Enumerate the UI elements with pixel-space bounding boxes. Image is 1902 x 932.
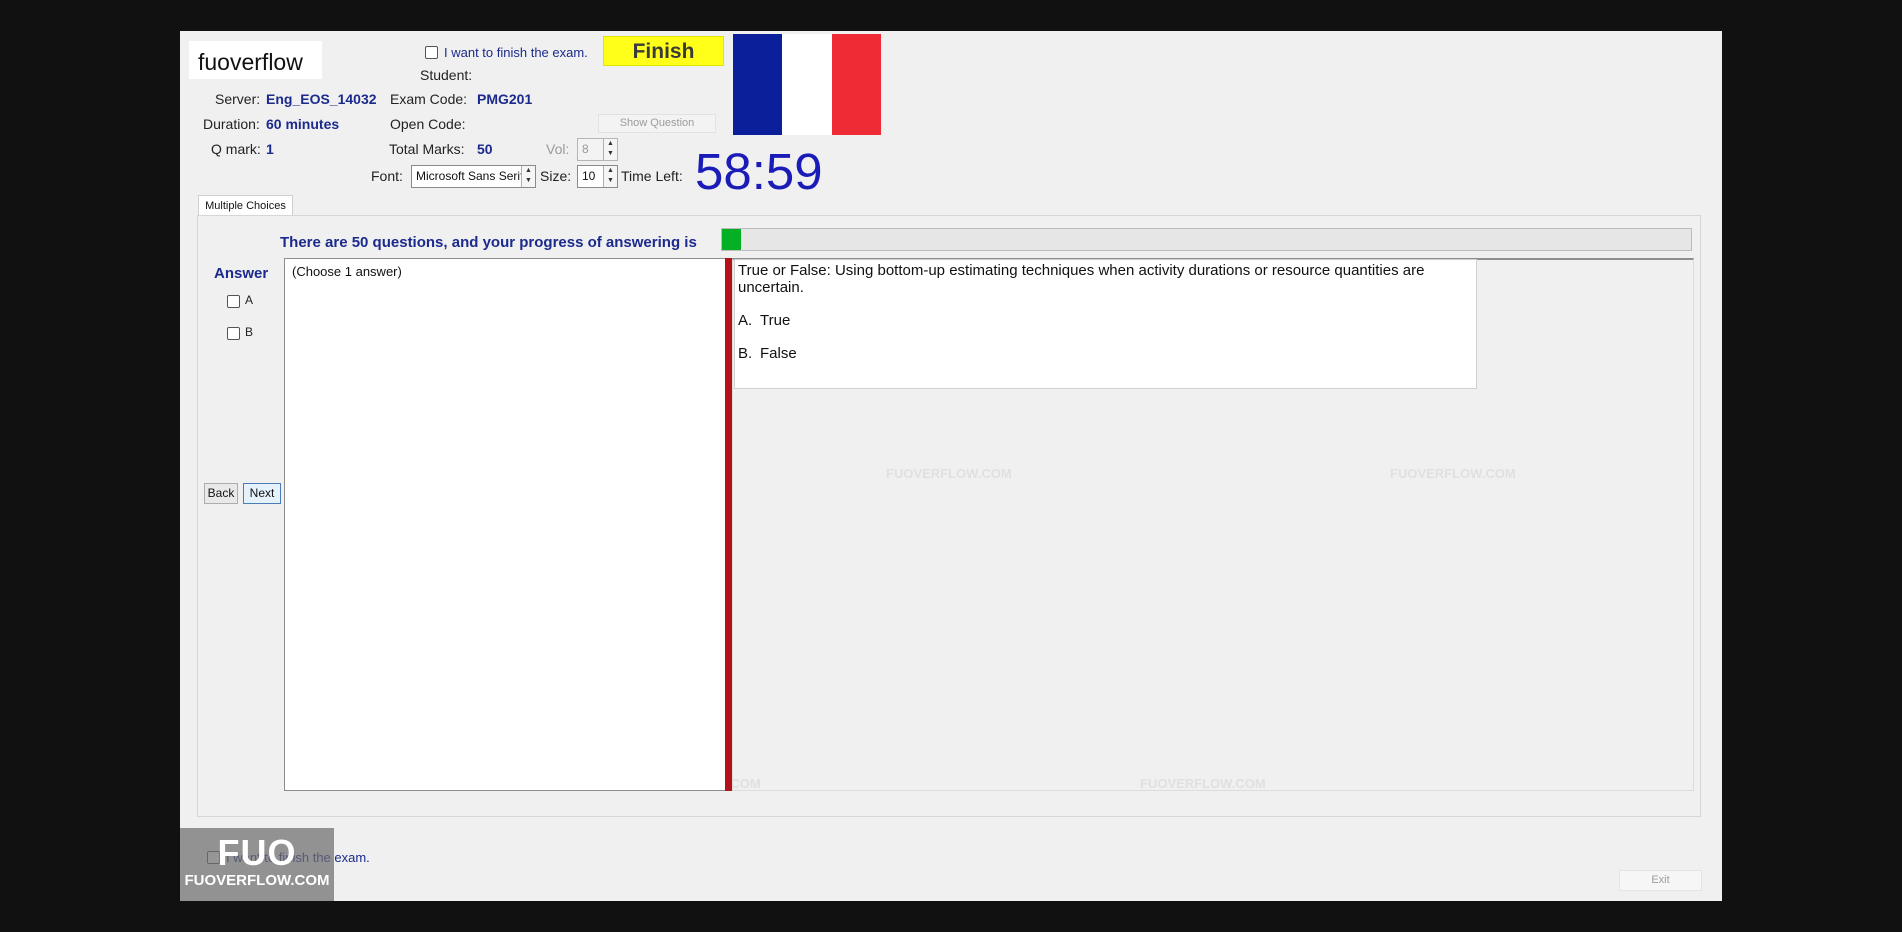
progress-bar (721, 228, 1692, 251)
option-text: True (760, 312, 791, 329)
tab-multiple-choices[interactable]: Multiple Choices (198, 195, 293, 216)
total-marks-value: 50 (477, 141, 493, 157)
panel-splitter[interactable] (725, 258, 732, 791)
size-value: 10 (582, 169, 596, 183)
question-text: True or False: Using bottom-up estimatin… (738, 262, 1425, 296)
flag-stripe-blue (733, 34, 783, 135)
exam-window: FUOVERFLOW.COM FUOVERFLOW.COM FUOVERFLOW… (180, 31, 1722, 901)
font-selector[interactable]: Microsoft Sans Serif ▲ ▼ (411, 165, 536, 188)
option-letter: A. (738, 312, 753, 329)
qmark-value: 1 (266, 141, 274, 157)
progress-fill (722, 229, 742, 250)
flag-stripe-white (782, 34, 832, 135)
answer-option-a-label: A (245, 293, 254, 307)
question-option-a: A. True (738, 312, 1473, 329)
watermark-badge-text: FUOVERFLOW.COM (184, 872, 330, 889)
exam-code-label: Exam Code: (390, 91, 468, 107)
back-button[interactable]: Back (204, 483, 238, 504)
stepper-arrows-icon[interactable]: ▲ ▼ (603, 139, 617, 160)
volume-value: 8 (582, 142, 589, 156)
answer-checkbox-b[interactable] (227, 327, 240, 340)
duration-label: Duration: (203, 116, 260, 132)
student-label: Student: (420, 67, 473, 83)
server-label: Server: (215, 91, 261, 107)
vol-label: Vol: (546, 141, 570, 157)
watermark-badge: FUO FUOVERFLOW.COM (180, 828, 334, 901)
size-stepper[interactable]: 10 ▲ ▼ (577, 165, 618, 188)
duration-value: 60 minutes (266, 116, 340, 132)
question-option-b: B. False (738, 345, 1473, 362)
question-box: True or False: Using bottom-up estimatin… (734, 259, 1477, 389)
total-marks-label: Total Marks: (389, 141, 465, 157)
open-code-label: Open Code: (390, 116, 466, 132)
time-left-value: 58:59 (695, 143, 823, 200)
answer-checkbox-a[interactable] (227, 295, 240, 308)
finish-exam-checkbox[interactable] (425, 46, 438, 59)
qmark-label: Q mark: (211, 141, 261, 157)
next-button[interactable]: Next (243, 483, 281, 504)
stepper-arrows-icon[interactable]: ▲ ▼ (603, 166, 617, 187)
answer-title: Answer (214, 265, 269, 282)
logo: fuoverflow (189, 41, 322, 79)
flag-stripe-red (831, 34, 881, 135)
size-label: Size: (540, 168, 572, 184)
choose-answer-text: (Choose 1 answer) (292, 264, 402, 279)
option-letter: B. (738, 345, 753, 362)
answer-option-b-label: B (245, 325, 254, 339)
show-question-button[interactable]: Show Question (598, 114, 716, 133)
answer-text-panel[interactable]: (Choose 1 answer) (284, 258, 729, 791)
french-flag-icon[interactable] (733, 34, 881, 135)
watermark-badge-logo: FUO (217, 832, 297, 873)
time-left-label: Time Left: (621, 168, 683, 184)
volume-stepper[interactable]: 8 ▲ ▼ (577, 138, 618, 161)
progress-label: There are 50 questions, and your progres… (280, 234, 697, 251)
font-label: Font: (371, 168, 403, 184)
exam-code-value: PMG201 (477, 91, 533, 107)
exit-button[interactable]: Exit (1619, 870, 1702, 891)
option-text: False (760, 345, 797, 362)
server-value: Eng_EOS_14032 (266, 91, 377, 107)
stepper-arrows-icon[interactable]: ▲ ▼ (521, 166, 535, 187)
finish-button[interactable]: Finish (603, 36, 724, 66)
font-value: Microsoft Sans Serif (416, 169, 524, 183)
finish-exam-label: I want to finish the exam. (444, 45, 588, 60)
